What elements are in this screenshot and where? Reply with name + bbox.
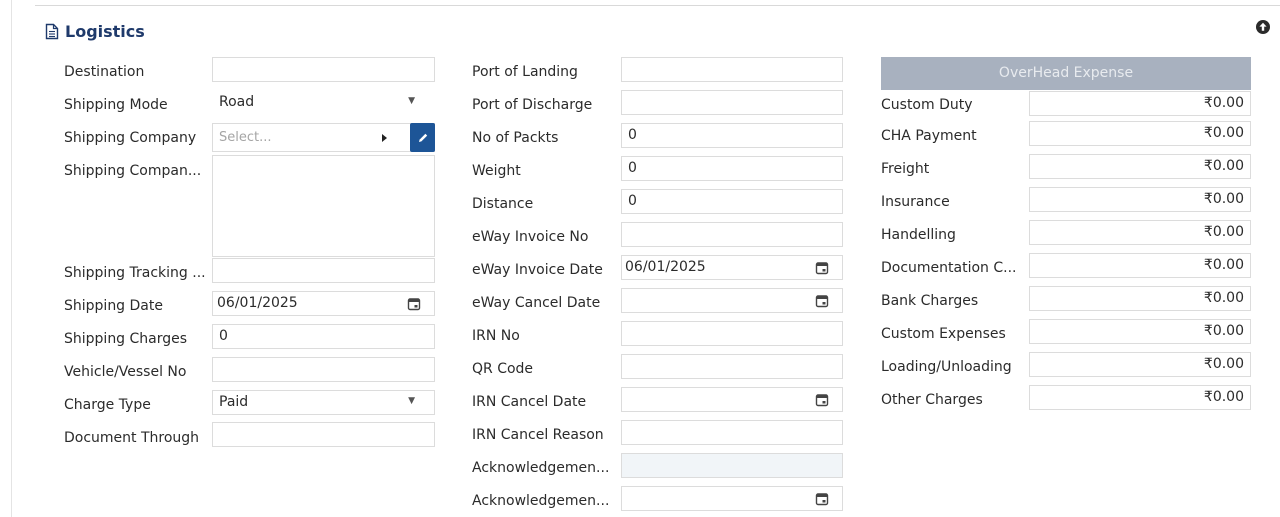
calendar-icon[interactable] <box>407 297 421 311</box>
port-discharge-input[interactable] <box>621 90 843 115</box>
document-through-label: Document Through <box>64 430 200 446</box>
custom-duty-label: Custom Duty <box>881 97 973 113</box>
caret-right-icon[interactable] <box>382 134 387 142</box>
destination-label: Destination <box>64 64 145 80</box>
handelling-label: Handelling <box>881 227 956 243</box>
irn-cancel-reason-input[interactable] <box>621 420 843 445</box>
bank-charges-input[interactable]: ₹0.00 <box>1029 286 1251 311</box>
acknowledgement-no-input <box>621 453 843 478</box>
acknowledgement-no-label: Acknowledgemen... <box>472 460 610 476</box>
section-title: Logistics <box>65 21 145 41</box>
eway-invoice-date-value: 06/01/2025 <box>625 259 706 275</box>
eway-invoice-date-label: eWay Invoice Date <box>472 262 603 278</box>
eway-invoice-date-input[interactable]: 06/01/2025 <box>621 255 843 280</box>
shipping-mode-label: Shipping Mode <box>64 97 168 113</box>
qr-code-input[interactable] <box>621 354 843 379</box>
eway-cancel-date-label: eWay Cancel Date <box>472 295 601 311</box>
shipping-date-value: 06/01/2025 <box>217 295 298 311</box>
shipping-company-address-textarea[interactable] <box>212 155 435 257</box>
destination-input[interactable] <box>212 57 435 82</box>
documentation-charges-input[interactable]: ₹0.00 <box>1029 253 1251 278</box>
irn-cancel-reason-label: IRN Cancel Reason <box>472 427 604 443</box>
weight-label: Weight <box>472 163 521 179</box>
shipping-date-input[interactable]: 06/01/2025 <box>212 291 435 316</box>
caret-down-icon: ▼ <box>408 396 415 406</box>
freight-input[interactable]: ₹0.00 <box>1029 154 1251 179</box>
shipping-tracking-label: Shipping Tracking ... <box>64 265 206 281</box>
qr-code-label: QR Code <box>472 361 534 377</box>
insurance-label: Insurance <box>881 194 950 210</box>
vehicle-input[interactable] <box>212 357 435 382</box>
irn-cancel-date-label: IRN Cancel Date <box>472 394 587 410</box>
port-discharge-label: Port of Discharge <box>472 97 593 113</box>
irn-cancel-date-input[interactable] <box>621 387 843 412</box>
documentation-charges-label: Documentation C... <box>881 260 1017 276</box>
loading-unloading-label: Loading/Unloading <box>881 359 1012 375</box>
other-charges-label: Other Charges <box>881 392 983 408</box>
pencil-icon <box>418 133 427 142</box>
shipping-charges-input[interactable]: 0 <box>212 324 435 349</box>
weight-input[interactable]: 0 <box>621 156 843 181</box>
cha-payment-label: CHA Payment <box>881 128 977 144</box>
document-through-input[interactable] <box>212 422 435 447</box>
charge-type-value: Paid <box>219 394 249 410</box>
shipping-company-address-label: Shipping Compan... <box>64 163 202 179</box>
shipping-mode-select[interactable]: Road ▼ <box>212 90 435 115</box>
section-header: Logistics <box>44 20 145 42</box>
calendar-icon[interactable] <box>815 492 829 506</box>
left-border <box>11 0 12 517</box>
shipping-mode-value: Road <box>219 94 255 110</box>
distance-input[interactable]: 0 <box>621 189 843 214</box>
custom-duty-input[interactable]: ₹0.00 <box>1029 91 1251 116</box>
section-divider <box>35 5 1280 6</box>
document-icon <box>45 23 59 39</box>
eway-invoice-no-input[interactable] <box>621 222 843 247</box>
acknowledgement-date-input[interactable] <box>621 486 843 511</box>
charge-type-label: Charge Type <box>64 397 151 413</box>
shipping-company-placeholder: Select... <box>219 130 272 145</box>
irn-no-input[interactable] <box>621 321 843 346</box>
irn-no-label: IRN No <box>472 328 520 344</box>
packets-label: No of Packts <box>472 130 559 146</box>
shipping-tracking-input[interactable] <box>212 258 435 283</box>
other-charges-input[interactable]: ₹0.00 <box>1029 385 1251 410</box>
bank-charges-label: Bank Charges <box>881 293 979 309</box>
shipping-company-select[interactable]: Select... <box>212 123 435 152</box>
port-landing-input[interactable] <box>621 57 843 82</box>
cha-payment-input[interactable]: ₹0.00 <box>1029 121 1251 146</box>
custom-expenses-input[interactable]: ₹0.00 <box>1029 319 1251 344</box>
calendar-icon[interactable] <box>815 261 829 275</box>
caret-down-icon: ▼ <box>408 96 415 106</box>
freight-label: Freight <box>881 161 930 177</box>
distance-label: Distance <box>472 196 534 212</box>
overhead-expense-header: OverHead Expense <box>881 57 1251 90</box>
edit-shipping-company-button[interactable] <box>410 123 435 152</box>
eway-cancel-date-input[interactable] <box>621 288 843 313</box>
vehicle-label: Vehicle/Vessel No <box>64 364 187 380</box>
custom-expenses-label: Custom Expenses <box>881 326 1006 342</box>
arrow-up-circle-icon[interactable] <box>1255 19 1271 35</box>
port-landing-label: Port of Landing <box>472 64 578 80</box>
packets-input[interactable]: 0 <box>621 123 843 148</box>
acknowledgement-date-label: Acknowledgemen... <box>472 493 610 509</box>
loading-unloading-input[interactable]: ₹0.00 <box>1029 352 1251 377</box>
calendar-icon[interactable] <box>815 393 829 407</box>
insurance-input[interactable]: ₹0.00 <box>1029 187 1251 212</box>
charge-type-select[interactable]: Paid ▼ <box>212 390 435 415</box>
shipping-date-label: Shipping Date <box>64 298 163 314</box>
handelling-input[interactable]: ₹0.00 <box>1029 220 1251 245</box>
eway-invoice-no-label: eWay Invoice No <box>472 229 589 245</box>
calendar-icon[interactable] <box>815 294 829 308</box>
shipping-charges-label: Shipping Charges <box>64 331 188 347</box>
shipping-company-label: Shipping Company <box>64 130 197 146</box>
